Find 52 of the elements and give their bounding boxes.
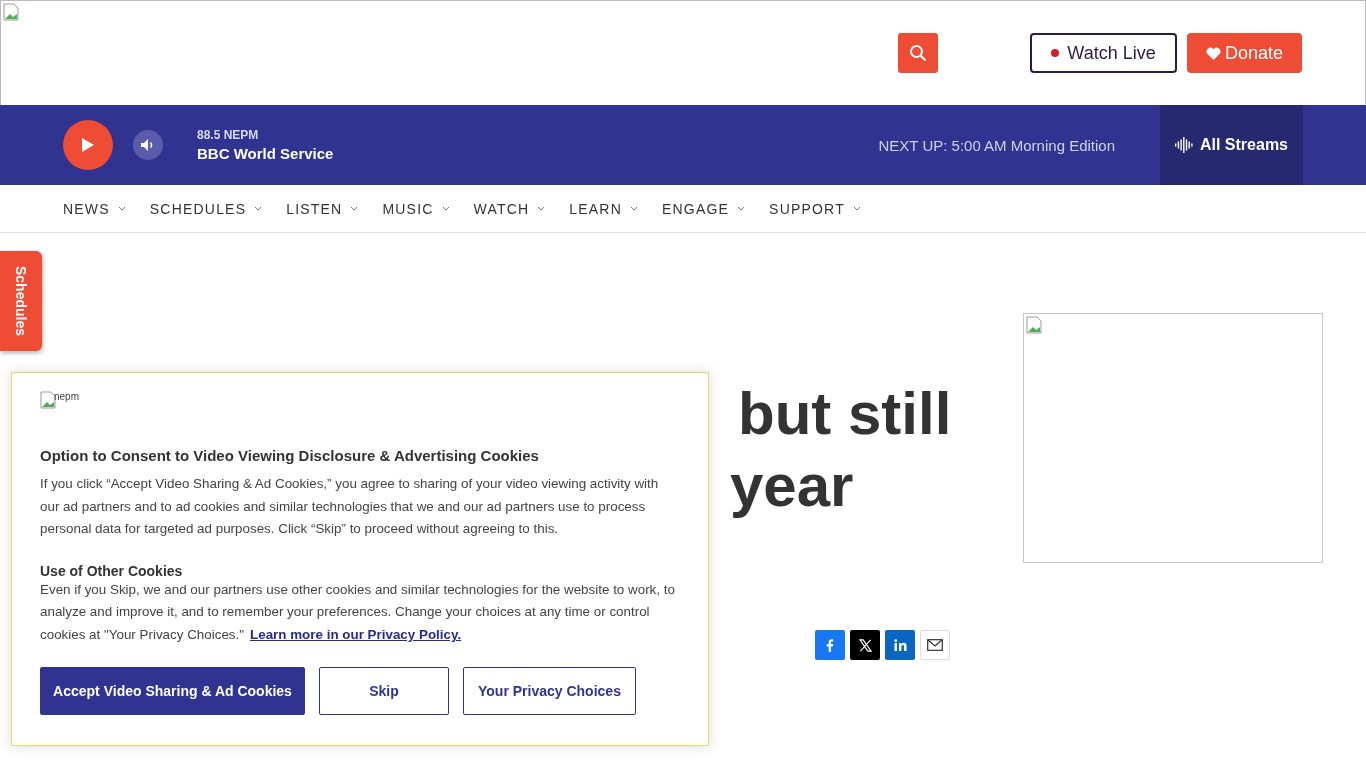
chevron-down-icon xyxy=(537,206,546,211)
broken-image-icon xyxy=(1026,316,1042,334)
nav-menu-item[interactable]: LEARN xyxy=(569,200,638,217)
play-icon xyxy=(81,137,95,153)
nav-menu-item[interactable]: LISTEN xyxy=(286,200,359,217)
consent-paragraph: If you click “Accept Video Sharing & Ad Cookies,” you agree to sharing of your video viewing activity with our ad partners and to ad cookies and similar technologies that we and our ad partners use to process personal data for targeted ad purposes. Click “Skip” to proceed without agreeing to this. xyxy=(40,475,660,539)
share-button[interactable] xyxy=(850,630,880,660)
broken-image-icon xyxy=(40,391,56,409)
headline-text: but still xyxy=(738,379,952,449)
donate-button[interactable]: Donate xyxy=(1187,33,1302,73)
chevron-down-icon xyxy=(852,206,861,211)
headline-text: year xyxy=(730,451,854,521)
nav-menu-item[interactable]: SUPPORT xyxy=(769,200,861,217)
chevron-down-icon xyxy=(254,206,263,211)
search-icon xyxy=(909,44,927,62)
consent-option-button[interactable]: Skip xyxy=(319,666,449,715)
accept-button[interactable]: Accept Video Sharing & Ad Cookies xyxy=(40,666,305,715)
watch-live-button[interactable]: Watch Live xyxy=(1030,33,1177,73)
all-streams-button[interactable]: All Streams xyxy=(1160,105,1303,185)
search-button[interactable] xyxy=(898,33,938,73)
volume-button[interactable] xyxy=(133,130,163,160)
logo-alt-text: nepm xyxy=(54,391,79,402)
chevron-down-icon xyxy=(737,206,746,211)
sound-wave-icon xyxy=(1174,137,1194,153)
chevron-down-icon xyxy=(117,206,126,211)
chevron-down-icon xyxy=(350,206,359,211)
chevron-down-icon xyxy=(630,206,638,211)
next-up-text: NEXT UP: 5:00 AM Morning Edition xyxy=(878,136,1115,154)
schedules-tab[interactable]: Schedules xyxy=(0,251,42,351)
play-button[interactable] xyxy=(63,120,113,170)
x-icon xyxy=(858,638,872,652)
nav-menu-item[interactable]: SCHEDULES xyxy=(149,200,263,217)
nav-menu-item[interactable]: MUSIC xyxy=(382,200,450,217)
station-name: 88.5 NEPM xyxy=(197,128,260,142)
facebook-icon xyxy=(826,638,834,652)
section-heading: Use of Other Cookies xyxy=(40,562,184,579)
chevron-down-icon xyxy=(441,206,450,211)
nav-menu-item[interactable]: ENGAGE xyxy=(662,200,746,217)
linkedin-icon xyxy=(893,639,907,651)
heart-icon xyxy=(1205,46,1221,60)
broken-image-icon xyxy=(3,3,19,21)
privacy-policy-link[interactable]: Learn more in our Privacy Policy. xyxy=(250,626,462,642)
nav-menu-item[interactable]: WATCH xyxy=(473,200,546,217)
program-title: BBC World Service xyxy=(197,145,334,162)
nav-menu-item[interactable]: NEWS xyxy=(63,200,126,217)
consent-option-button[interactable]: Your Privacy Choices xyxy=(463,666,636,715)
email-icon xyxy=(927,639,943,651)
share-button[interactable] xyxy=(920,630,950,660)
consent-paragraph: Even if you Skip, we and our partners use other cookies and similar technologies for the website to work, to analyze and improve it, and to remember your preferences. Change your choices at any time or control cookies at "Your Privacy Choices." Learn more in our Privacy Policy. xyxy=(40,580,676,644)
speaker-icon xyxy=(141,139,155,151)
live-dot-icon xyxy=(1051,49,1060,57)
dialog-title: Option to Consent to Video Viewing Disclosure & Advertising Cookies xyxy=(40,447,540,464)
